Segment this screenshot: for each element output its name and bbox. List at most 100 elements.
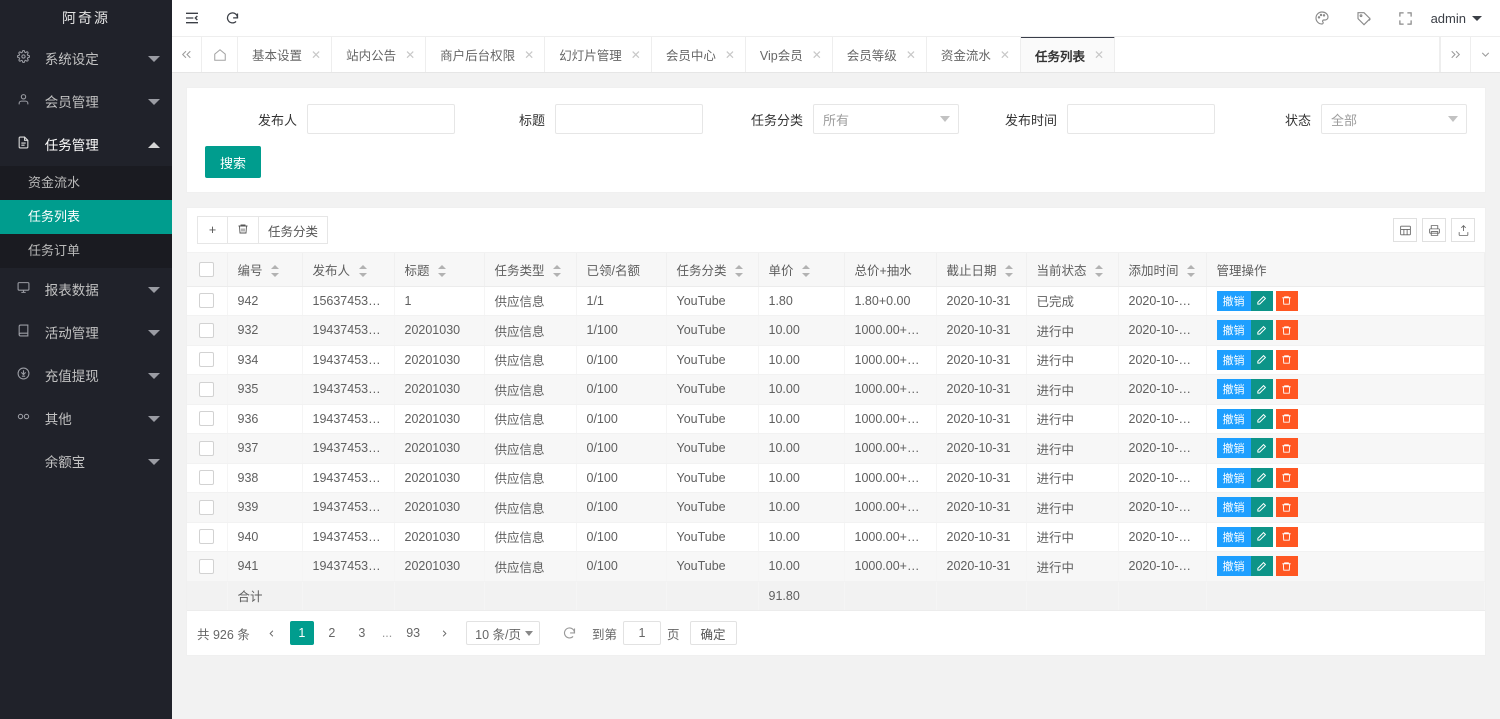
- tab-basic-settings[interactable]: 基本设置 ✕: [238, 37, 332, 72]
- palette-icon[interactable]: [1301, 0, 1343, 36]
- undo-button[interactable]: 撤销: [1217, 379, 1251, 399]
- trash-icon[interactable]: [1276, 350, 1298, 370]
- close-icon[interactable]: ✕: [405, 49, 415, 61]
- sidebar-subitem-task-list[interactable]: 任务列表: [0, 200, 172, 234]
- sidebar-item-yuebao[interactable]: 余额宝: [0, 440, 172, 483]
- undo-button[interactable]: 撤销: [1217, 291, 1251, 311]
- task-category-select[interactable]: 所有: [813, 104, 959, 134]
- column-header-deadline[interactable]: 截止日期: [936, 253, 1026, 286]
- tag-icon[interactable]: [1343, 0, 1385, 36]
- undo-button[interactable]: 撤销: [1217, 320, 1251, 340]
- pagination-page-2[interactable]: 2: [320, 621, 344, 645]
- undo-button[interactable]: 撤销: [1217, 438, 1251, 458]
- undo-button[interactable]: 撤销: [1217, 350, 1251, 370]
- row-checkbox[interactable]: [199, 441, 214, 456]
- tab-vip-member[interactable]: Vip会员 ✕: [746, 37, 833, 72]
- pencil-icon[interactable]: [1251, 379, 1273, 399]
- trash-icon[interactable]: [1276, 379, 1298, 399]
- close-icon[interactable]: ✕: [725, 49, 735, 61]
- undo-button[interactable]: 撤销: [1217, 556, 1251, 576]
- tab-site-announcement[interactable]: 站内公告 ✕: [332, 37, 426, 72]
- pencil-icon[interactable]: [1251, 320, 1273, 340]
- sort-icon[interactable]: [802, 265, 811, 277]
- pencil-icon[interactable]: [1251, 468, 1273, 488]
- column-header-task-category[interactable]: 任务分类: [666, 253, 758, 286]
- trash-icon[interactable]: [1276, 438, 1298, 458]
- row-checkbox[interactable]: [199, 470, 214, 485]
- search-button[interactable]: 搜索: [205, 146, 261, 178]
- pagination-refresh-icon[interactable]: [556, 621, 582, 645]
- tab-member-level[interactable]: 会员等级 ✕: [833, 37, 927, 72]
- tab-slideshow-management[interactable]: 幻灯片管理 ✕: [545, 37, 652, 72]
- table-row[interactable]: 941194374531...20201030供应信息0/100YouTube1…: [187, 552, 1485, 582]
- sidebar-item-member-management[interactable]: 会员管理: [0, 80, 172, 123]
- close-icon[interactable]: ✕: [311, 49, 321, 61]
- close-icon[interactable]: ✕: [906, 49, 916, 61]
- trash-icon[interactable]: [1276, 409, 1298, 429]
- row-checkbox[interactable]: [199, 352, 214, 367]
- trash-icon[interactable]: [1276, 556, 1298, 576]
- pagination-next-button[interactable]: [432, 621, 456, 645]
- row-checkbox[interactable]: [199, 529, 214, 544]
- column-header-status[interactable]: 当前状态: [1026, 253, 1118, 286]
- trash-icon[interactable]: [1276, 320, 1298, 340]
- columns-icon[interactable]: [1393, 218, 1417, 242]
- pencil-icon[interactable]: [1251, 291, 1273, 311]
- pencil-icon[interactable]: [1251, 350, 1273, 370]
- sidebar-item-other[interactable]: 其他: [0, 397, 172, 440]
- table-row[interactable]: 942156374535...1供应信息1/1YouTube1.801.80+0…: [187, 286, 1485, 316]
- table-row[interactable]: 935194374531...20201030供应信息0/100YouTube1…: [187, 375, 1485, 405]
- sidebar-item-recharge-withdraw[interactable]: 充值提现: [0, 354, 172, 397]
- sort-icon[interactable]: [1005, 265, 1014, 277]
- row-checkbox[interactable]: [199, 559, 214, 574]
- delete-selected-button[interactable]: [227, 216, 258, 244]
- sort-icon[interactable]: [1187, 265, 1196, 277]
- table-row[interactable]: 932194374531...20201030供应信息1/100YouTube1…: [187, 316, 1485, 346]
- sidebar-item-report-data[interactable]: 报表数据: [0, 268, 172, 311]
- pagination-prev-button[interactable]: [260, 621, 284, 645]
- row-checkbox[interactable]: [199, 323, 214, 338]
- undo-button[interactable]: 撤销: [1217, 409, 1251, 429]
- sidebar-item-system-settings[interactable]: 系统设定: [0, 37, 172, 80]
- close-icon[interactable]: ✕: [524, 49, 534, 61]
- close-icon[interactable]: ✕: [1094, 49, 1104, 61]
- sidebar-item-task-management[interactable]: 任务管理: [0, 123, 172, 166]
- menu-fold-icon[interactable]: [172, 0, 212, 36]
- pagination-page-1[interactable]: 1: [290, 621, 314, 645]
- publish-time-input[interactable]: [1067, 104, 1215, 134]
- tab-dropdown-button[interactable]: [1470, 37, 1500, 72]
- status-select[interactable]: 全部: [1321, 104, 1467, 134]
- row-checkbox[interactable]: [199, 293, 214, 308]
- tab-fund-flow[interactable]: 资金流水 ✕: [927, 37, 1021, 72]
- sort-icon[interactable]: [1095, 265, 1104, 277]
- task-category-button[interactable]: 任务分类: [258, 216, 328, 244]
- skip-page-input[interactable]: [623, 621, 661, 645]
- sort-icon[interactable]: [735, 265, 744, 277]
- pagination-last-page[interactable]: 93: [400, 621, 426, 645]
- table-row[interactable]: 939194374531...20201030供应信息0/100YouTube1…: [187, 493, 1485, 523]
- sort-icon[interactable]: [359, 265, 368, 277]
- table-row[interactable]: 938194374531...20201030供应信息0/100YouTube1…: [187, 463, 1485, 493]
- tab-task-list[interactable]: 任务列表 ✕: [1021, 37, 1115, 72]
- row-checkbox[interactable]: [199, 500, 214, 515]
- select-all-checkbox[interactable]: [199, 262, 214, 277]
- row-checkbox[interactable]: [199, 411, 214, 426]
- page-size-select[interactable]: 10 条/页: [466, 621, 540, 645]
- print-icon[interactable]: [1422, 218, 1446, 242]
- undo-button[interactable]: 撤销: [1217, 468, 1251, 488]
- tab-merchant-permissions[interactable]: 商户后台权限 ✕: [426, 37, 545, 72]
- table-row[interactable]: 940194374531...20201030供应信息0/100YouTube1…: [187, 522, 1485, 552]
- trash-icon[interactable]: [1276, 468, 1298, 488]
- title-input[interactable]: [555, 104, 703, 134]
- pencil-icon[interactable]: [1251, 409, 1273, 429]
- close-icon[interactable]: ✕: [1000, 49, 1010, 61]
- sidebar-subitem-task-orders[interactable]: 任务订单: [0, 234, 172, 268]
- fullscreen-icon[interactable]: [1385, 0, 1427, 36]
- trash-icon[interactable]: [1276, 527, 1298, 547]
- sort-icon[interactable]: [271, 265, 280, 277]
- pencil-icon[interactable]: [1251, 556, 1273, 576]
- publisher-input[interactable]: [307, 104, 455, 134]
- add-task-button[interactable]: +: [197, 216, 227, 244]
- home-icon[interactable]: [202, 37, 238, 72]
- sort-icon[interactable]: [438, 265, 447, 277]
